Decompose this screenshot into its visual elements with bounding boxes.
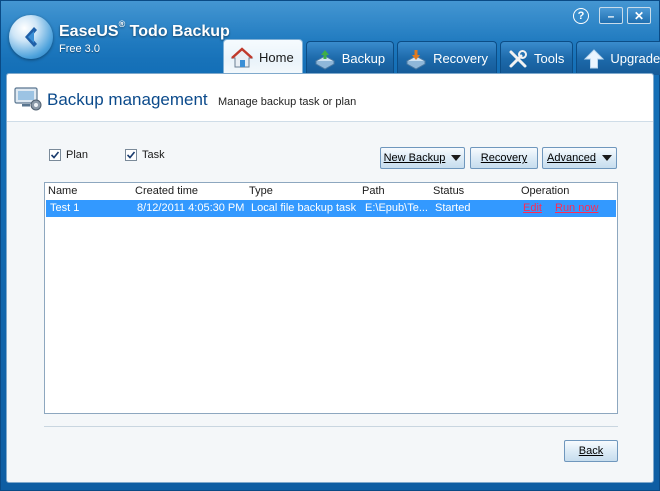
filter-task[interactable]: Task [125, 149, 165, 161]
new-backup-button[interactable]: New Backup [380, 147, 465, 169]
run-now-link[interactable]: Run now [555, 202, 598, 214]
backup-icon [314, 49, 335, 70]
divider [44, 426, 618, 427]
advanced-label: Advanced [547, 152, 596, 164]
backup-management-icon [14, 87, 42, 111]
app-title: EaseUS® Todo Backup [59, 19, 230, 40]
column-header[interactable]: Created time [135, 185, 198, 197]
back-button[interactable]: Back [564, 440, 618, 462]
task-label: Task [142, 149, 165, 161]
tab-tools[interactable]: Tools [499, 41, 574, 75]
table-row[interactable]: Test 1 8/12/2011 4:05:30 PM Local file b… [46, 200, 616, 217]
app-edition: Free 3.0 [59, 43, 100, 55]
tab-home[interactable]: Home [223, 39, 303, 75]
app-window: EaseUS® Todo Backup Free 3.0 ? – ✕ Home … [0, 0, 660, 491]
tools-icon [509, 49, 527, 67]
window-controls: ? – ✕ [573, 7, 651, 24]
row-path: E:\Epub\Te... [365, 202, 428, 214]
close-button[interactable]: ✕ [627, 7, 651, 24]
tab-tools-label: Tools [533, 51, 565, 66]
plan-checkbox[interactable] [49, 149, 61, 161]
filter-plan[interactable]: Plan [49, 149, 88, 161]
home-icon [230, 46, 254, 67]
task-checkbox[interactable] [125, 149, 137, 161]
main-panel: Backup management Manage backup task or … [6, 73, 654, 483]
recovery-button[interactable]: Recovery [470, 147, 538, 169]
tab-recovery-label: Recovery [433, 51, 488, 66]
column-header[interactable]: Status [433, 185, 464, 197]
page-title: Backup management [47, 90, 208, 109]
list-header: Name Created time Type Path Status Opera… [45, 183, 617, 199]
task-list[interactable]: Name Created time Type Path Status Opera… [44, 182, 618, 414]
minimize-button[interactable]: – [599, 7, 623, 24]
column-header[interactable]: Name [48, 185, 77, 197]
back-label: Back [578, 445, 604, 457]
column-header[interactable]: Operation [521, 185, 569, 197]
chevron-down-icon [451, 155, 462, 161]
advanced-button[interactable]: Advanced [542, 147, 617, 169]
page-header: Backup management Manage backup task or … [7, 74, 653, 122]
row-status: Started [435, 202, 471, 214]
main-tabs: Home Backup Recovery Tools Upgrade [223, 39, 660, 75]
row-created: 8/12/2011 4:05:30 PM [137, 202, 245, 214]
checkmark-icon [50, 151, 60, 159]
tab-backup-label: Backup [341, 51, 386, 66]
row-name: Test 1 [50, 202, 80, 214]
tab-upgrade[interactable]: Upgrade [576, 41, 660, 75]
column-header[interactable]: Path [362, 185, 385, 197]
tab-backup[interactable]: Backup [305, 41, 395, 75]
recovery-icon [406, 49, 427, 70]
tab-recovery[interactable]: Recovery [397, 41, 497, 75]
app-logo-icon [9, 15, 53, 59]
chevron-down-icon [601, 155, 612, 161]
new-backup-label: New Backup [383, 152, 446, 164]
tab-upgrade-label: Upgrade [610, 51, 660, 66]
plan-label: Plan [66, 149, 89, 161]
edit-link[interactable]: Edit [523, 202, 542, 214]
tab-home-label: Home [259, 50, 294, 65]
page-subtitle: Manage backup task or plan [218, 96, 357, 108]
column-header[interactable]: Type [249, 185, 273, 197]
row-type: Local file backup task [251, 202, 357, 214]
checkmark-icon [126, 151, 136, 159]
recovery-label: Recovery [480, 152, 528, 164]
help-icon[interactable]: ? [573, 7, 589, 24]
upgrade-arrow-icon [584, 48, 605, 68]
